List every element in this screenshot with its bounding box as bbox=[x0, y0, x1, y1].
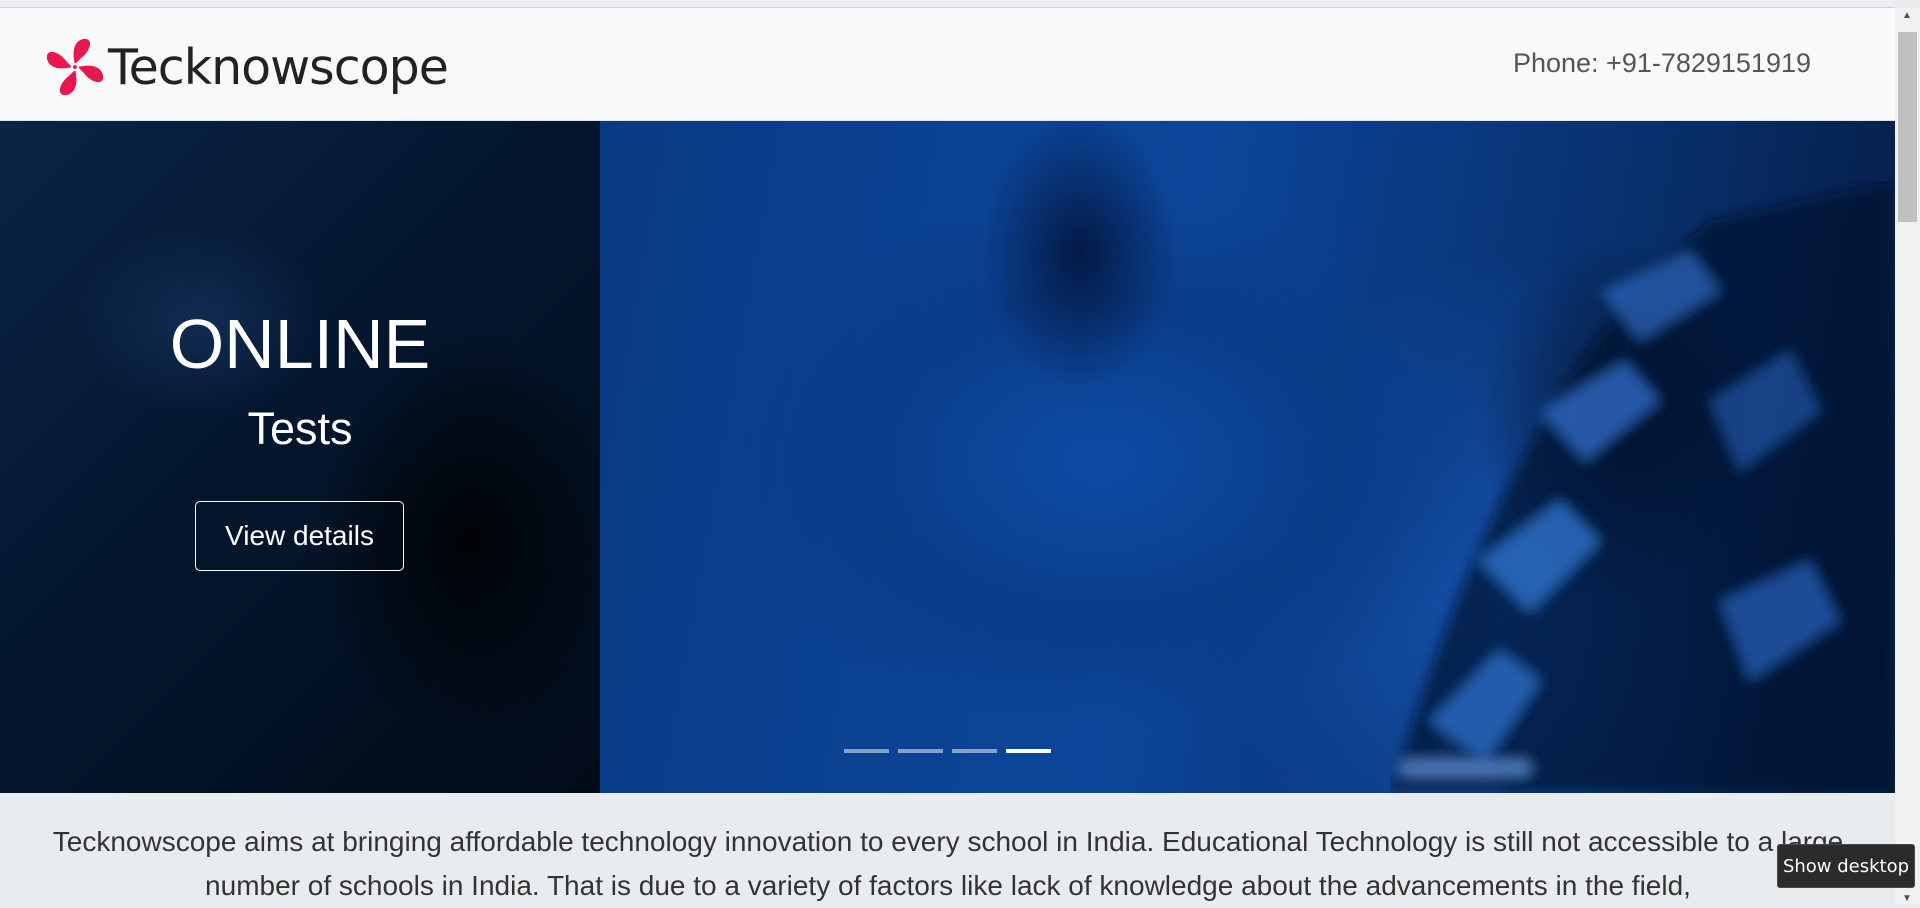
carousel-indicators bbox=[844, 749, 1051, 753]
brand-name: Tecknowscope bbox=[108, 38, 449, 96]
pinwheel-logo-icon bbox=[46, 38, 104, 96]
intro-text: Tecknowscope aims at bringing affordable… bbox=[52, 826, 1844, 901]
brand-logo-link[interactable]: Tecknowscope bbox=[44, 32, 449, 102]
slide-subtitle: Tests bbox=[247, 403, 353, 454]
view-details-button[interactable]: View details bbox=[195, 501, 404, 571]
carousel-indicator-1[interactable] bbox=[844, 749, 889, 753]
scroll-thumb[interactable] bbox=[1898, 32, 1917, 222]
phone-number: Phone: +91-7829151919 bbox=[1512, 48, 1811, 78]
hero-carousel: ONLINE Tests View details bbox=[0, 121, 1895, 793]
intro-section: Tecknowscope aims at bringing affordable… bbox=[0, 793, 1895, 904]
carousel-indicator-3[interactable] bbox=[952, 749, 997, 753]
scroll-down-arrow-icon[interactable]: ▼ bbox=[1902, 894, 1912, 904]
browser-top-edge bbox=[0, 0, 1895, 8]
slide-caption-panel: ONLINE Tests View details bbox=[0, 121, 600, 793]
site-header: Tecknowscope Phone: +91-7829151919 bbox=[0, 8, 1895, 121]
page-scrollbar[interactable]: ▲ ▼ bbox=[1895, 8, 1920, 904]
slide-title: ONLINE bbox=[169, 305, 431, 383]
carousel-indicator-2[interactable] bbox=[898, 749, 943, 753]
show-desktop-tooltip: Show desktop bbox=[1777, 844, 1915, 888]
gear-background-image bbox=[1390, 181, 1895, 793]
carousel-indicator-4[interactable] bbox=[1006, 749, 1051, 753]
scroll-up-arrow-icon[interactable]: ▲ bbox=[1902, 11, 1912, 21]
